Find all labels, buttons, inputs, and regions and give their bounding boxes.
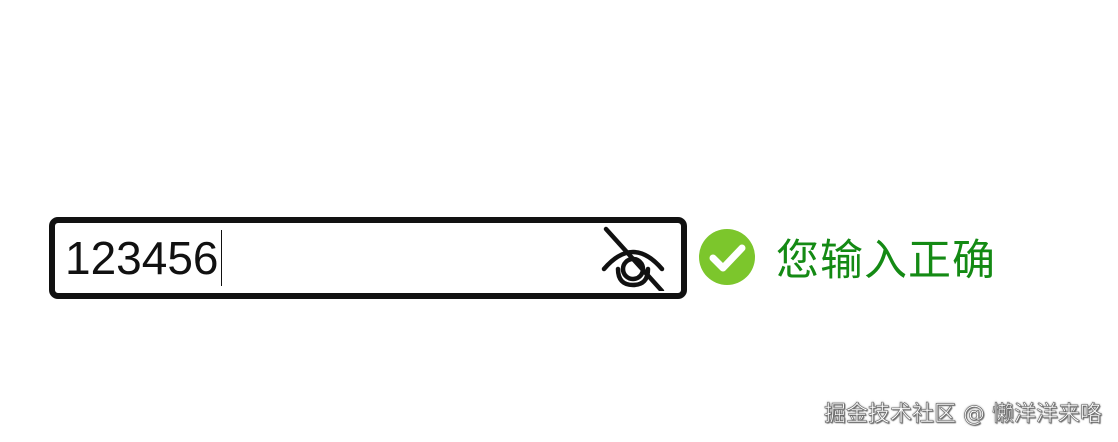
check-circle-icon <box>699 229 755 285</box>
password-input-box[interactable]: 123456 <box>49 217 687 299</box>
text-caret <box>220 230 222 286</box>
watermark: 掘金技术社区 @ 懒洋洋来咯 <box>824 402 1103 428</box>
eye-slash-icon <box>601 226 665 294</box>
validation-message: 您输入正确 <box>776 236 996 286</box>
password-input-value: 123456 <box>65 232 219 284</box>
validation-status: 您输入正确 <box>698 227 996 287</box>
toggle-visibility-button[interactable] <box>598 225 668 294</box>
password-input[interactable]: 123456 <box>65 223 565 293</box>
